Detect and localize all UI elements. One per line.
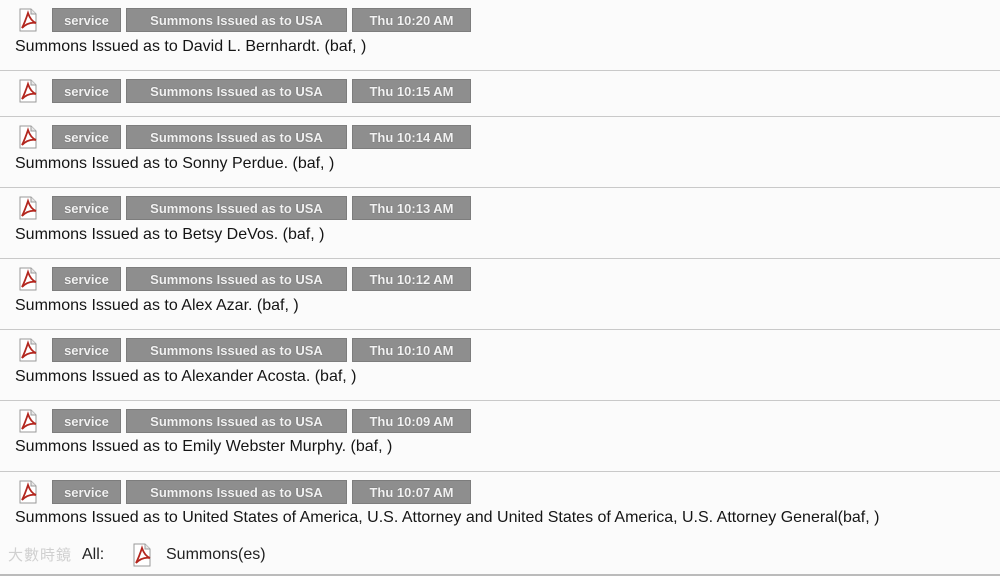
docket-entry: service Summons Issued as to USA Thu 10:… [0,472,1000,540]
docket-entry: service Summons Issued as to USA Thu 10:… [0,401,1000,472]
timestamp-tag: Thu 10:12 AM [352,267,471,291]
summons-type-tag: Summons Issued as to USA [126,79,347,103]
pdf-icon[interactable] [16,267,40,291]
entry-description: Summons Issued as to David L. Bernhardt.… [15,38,367,55]
docket-entry: service Summons Issued as to USA Thu 10:… [0,71,1000,117]
summons-type-tag: Summons Issued as to USA [126,125,347,149]
service-tag: service [52,338,121,362]
entry-description: Summons Issued as to Sonny Perdue. (baf,… [15,155,335,172]
summons-type-tag: Summons Issued as to USA [126,196,347,220]
docket-entry: service Summons Issued as to USA Thu 10:… [0,0,1000,71]
pdf-icon[interactable] [16,8,40,32]
service-tag: service [52,267,121,291]
entry-description: Summons Issued as to United States of Am… [15,509,880,526]
service-tag: service [52,480,121,504]
summons-attachment-link[interactable]: Summons(es) [166,546,266,564]
entry-description: Summons Issued as to Alex Azar. (baf, ) [15,297,299,314]
service-tag: service [52,196,121,220]
summons-type-tag: Summons Issued as to USA [126,480,347,504]
docket-entry: service Summons Issued as to USA Thu 10:… [0,330,1000,401]
entry-description: Summons Issued as to Betsy DeVos. (baf, … [15,226,325,243]
timestamp-tag: Thu 10:07 AM [352,480,471,504]
summons-type-tag: Summons Issued as to USA [126,8,347,32]
entry-description: Summons Issued as to Alexander Acosta. (… [15,368,357,385]
service-tag: service [52,79,121,103]
all-label: All: [82,546,105,563]
pdf-icon[interactable] [130,543,154,572]
pdf-icon[interactable] [16,196,40,220]
service-tag: service [52,125,121,149]
timestamp-tag: Thu 10:09 AM [352,409,471,433]
summons-type-tag: Summons Issued as to USA [126,338,347,362]
summons-type-tag: Summons Issued as to USA [126,409,347,433]
entry-description: Summons Issued as to Emily Webster Murph… [15,438,393,455]
timestamp-tag: Thu 10:13 AM [352,196,471,220]
docket-entry: service Summons Issued as to USA Thu 10:… [0,259,1000,330]
attachments-footer: 大數時鏡 All: Summons(es) [0,540,1000,576]
pdf-icon[interactable] [16,338,40,362]
summons-type-tag: Summons Issued as to USA [126,267,347,291]
timestamp-tag: Thu 10:14 AM [352,125,471,149]
timestamp-tag: Thu 10:20 AM [352,8,471,32]
pdf-icon[interactable] [16,125,40,149]
docket-entry: service Summons Issued as to USA Thu 10:… [0,188,1000,259]
pdf-icon[interactable] [16,79,40,103]
pdf-icon[interactable] [16,480,40,504]
service-tag: service [52,409,121,433]
service-tag: service [52,8,121,32]
pdf-icon[interactable] [16,409,40,433]
watermark: 大數時鏡 [8,547,73,564]
timestamp-tag: Thu 10:10 AM [352,338,471,362]
timestamp-tag: Thu 10:15 AM [352,79,471,103]
docket-entry: service Summons Issued as to USA Thu 10:… [0,117,1000,188]
